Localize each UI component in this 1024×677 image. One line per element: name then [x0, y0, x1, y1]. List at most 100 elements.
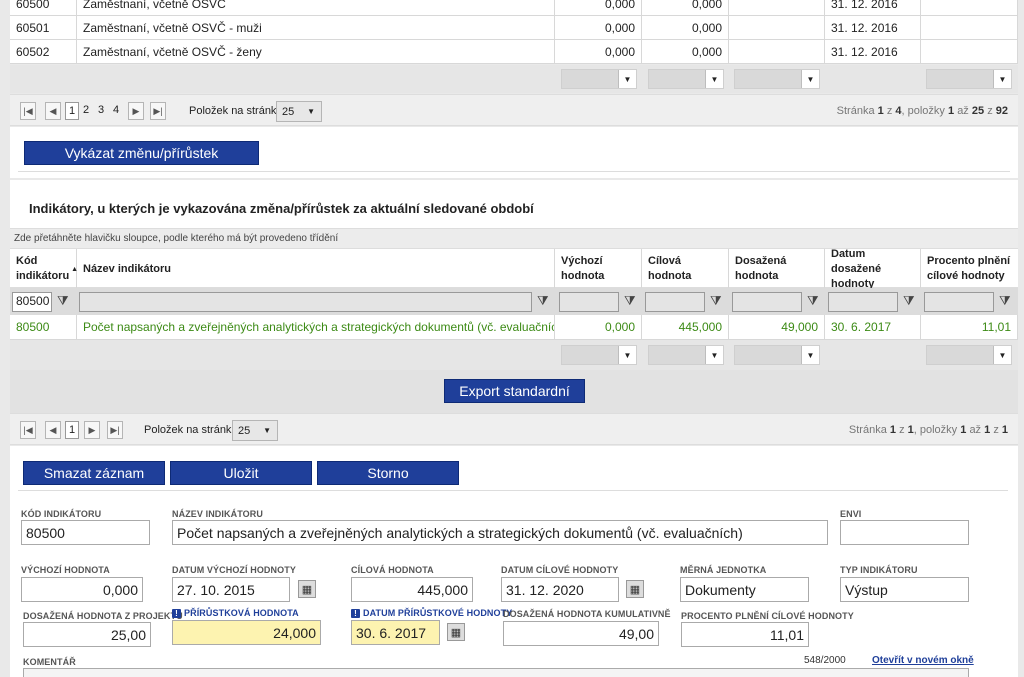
column-header-code[interactable]: Kód indikátoru ▲ [10, 249, 78, 289]
pager-info-of: z [987, 105, 993, 117]
aggregate-dropdown[interactable]: ▼ [926, 69, 1012, 89]
export-button[interactable]: Export standardní [444, 379, 585, 403]
envi-label: ENVI [840, 509, 862, 519]
indicator-type-field[interactable]: Výstup [840, 577, 969, 602]
page-number[interactable]: 2 [83, 104, 89, 116]
pager: |◀ ◀ 1 2 3 4 ▶ ▶| Položek na stránku 25 ▼… [10, 94, 1018, 126]
first-page-icon[interactable]: |◀ [20, 102, 36, 120]
page-number[interactable]: 1 [65, 102, 79, 120]
indicator-type-label: Typ indikátoru [840, 565, 918, 575]
column-header-date[interactable]: Datum dosažené hodnoty [825, 248, 921, 290]
column-header-initial[interactable]: Výchozí hodnota [555, 249, 642, 289]
calendar-icon[interactable]: ▦ [298, 580, 316, 598]
table-row[interactable]: 60501 Zaměstnaní, včetně OSVČ - muži 0,0… [10, 16, 1018, 40]
cell-percent [921, 40, 1018, 63]
pager-info: Stránka 1 z 4, položky 1 až 25 z 92 [837, 105, 1008, 117]
prev-page-icon[interactable]: ◀ [45, 421, 61, 439]
percent-field[interactable]: 11,01 [681, 622, 809, 647]
initial-value-field[interactable]: 0,000 [21, 577, 143, 602]
cell-name: Zaměstnaní, včetně OSVČ - ženy [77, 40, 555, 63]
name-field[interactable]: Počet napsaných a zveřejněných analytick… [172, 520, 828, 545]
comment-textarea[interactable] [23, 668, 969, 677]
achieved-cumulative-label: Dosažená hodnota kumulativně [503, 609, 671, 619]
pager-info-total: 92 [995, 105, 1008, 117]
code-field[interactable]: 80500 [21, 520, 150, 545]
report-change-button[interactable]: Vykázat změnu/přírůstek [24, 141, 259, 165]
aggregate-dropdown[interactable]: ▼ [561, 69, 637, 89]
initial-date-field[interactable]: 27. 10. 2015 [172, 577, 290, 602]
cell-date: 30. 6. 2017 [825, 315, 921, 339]
calendar-icon[interactable]: ▦ [447, 623, 465, 641]
first-page-icon[interactable]: |◀ [20, 421, 36, 439]
filter-icon[interactable]: ⧩ [999, 293, 1011, 309]
filter-icon[interactable]: ⧩ [537, 293, 549, 309]
page-number[interactable]: 4 [113, 104, 119, 116]
achieved-cumulative-field[interactable]: 49,00 [503, 621, 659, 646]
cell-date: 31. 12. 2016 [825, 40, 921, 63]
increment-label-text: Přírůstková hodnota [184, 608, 299, 618]
table-row[interactable]: 80500 Počet napsaných a zveřejněných ana… [10, 315, 1018, 340]
filter-icon[interactable]: ⧩ [624, 293, 636, 309]
filter-icon[interactable]: ⧩ [903, 293, 915, 309]
page-number[interactable]: 1 [65, 421, 79, 439]
filter-name-input[interactable] [79, 292, 532, 312]
divider [18, 171, 1010, 172]
filter-target-input[interactable] [645, 292, 705, 312]
pager-info-of: z [993, 424, 999, 436]
increment-date-field[interactable]: 30. 6. 2017 [351, 620, 440, 645]
filter-icon[interactable]: ⧩ [807, 293, 819, 309]
cell-code: 60500 [10, 0, 77, 15]
per-page-select[interactable]: 25 ▼ [232, 420, 278, 441]
prev-page-icon[interactable]: ◀ [45, 102, 61, 120]
filter-date-input[interactable] [828, 292, 898, 312]
table-row[interactable]: 60502 Zaměstnaní, včetně OSVČ - ženy 0,0… [10, 40, 1018, 64]
save-button[interactable]: Uložit [170, 461, 312, 485]
pager-info-page: 1 [877, 105, 884, 117]
cell-code: 60501 [10, 16, 77, 39]
filter-icon[interactable]: ⧩ [57, 293, 69, 309]
target-value-field[interactable]: 445,000 [351, 577, 473, 602]
comment-label: Komentář [23, 657, 76, 667]
group-hint: Zde přetáhněte hlavičku sloupce, podle k… [10, 228, 1018, 248]
comment-counter: 548/2000 [804, 655, 846, 666]
chevron-down-icon: ▼ [618, 346, 636, 364]
last-page-icon[interactable]: ▶| [107, 421, 123, 439]
next-page-icon[interactable]: ▶ [84, 421, 100, 439]
delete-record-button[interactable]: Smazat záznam [23, 461, 165, 485]
filter-achieved-input[interactable] [732, 292, 802, 312]
aggregate-dropdown[interactable]: ▼ [561, 345, 637, 365]
filter-code-input[interactable]: 80500 [12, 292, 52, 312]
increment-date-label-text: Datum přírůstkové hodnoty [363, 608, 513, 618]
aggregate-dropdown[interactable]: ▼ [648, 69, 724, 89]
pager-info-to: 25 [971, 105, 985, 117]
column-header-percent[interactable]: Procento plnění cílové hodnoty [921, 249, 1018, 289]
next-page-icon[interactable]: ▶ [128, 102, 144, 120]
per-page-select[interactable]: 25 ▼ [276, 101, 322, 122]
filter-icon[interactable]: ⧩ [710, 293, 722, 309]
chevron-down-icon: ▼ [705, 70, 723, 88]
aggregate-dropdown[interactable]: ▼ [926, 345, 1012, 365]
filter-percent-input[interactable] [924, 292, 994, 312]
column-header-achieved[interactable]: Dosažená hodnota [729, 249, 825, 289]
required-icon: ! [351, 609, 360, 618]
column-header-target[interactable]: Cílová hodnota [642, 249, 729, 289]
open-new-window-link[interactable]: Otevřít v novém okně [872, 655, 974, 666]
increment-field[interactable]: 24,000 [172, 620, 321, 645]
column-header-name[interactable]: Název indikátoru [77, 249, 555, 289]
aggregate-dropdown[interactable]: ▼ [648, 345, 724, 365]
page-number[interactable]: 3 [98, 104, 104, 116]
calendar-icon[interactable]: ▦ [626, 580, 644, 598]
filter-initial-input[interactable] [559, 292, 619, 312]
filter-row: 80500 ⧩ ⧩ ⧩ ⧩ ⧩ ⧩ ⧩ [10, 288, 1018, 315]
target-date-field[interactable]: 31. 12. 2020 [501, 577, 619, 602]
last-page-icon[interactable]: ▶| [150, 102, 166, 120]
cancel-button[interactable]: Storno [317, 461, 459, 485]
chevron-down-icon: ▼ [801, 70, 819, 88]
unit-field[interactable]: Dokumenty [680, 577, 809, 602]
envi-field[interactable] [840, 520, 969, 545]
aggregate-dropdown[interactable]: ▼ [734, 69, 820, 89]
achieved-project-field[interactable]: 25,00 [23, 622, 151, 647]
aggregate-dropdown[interactable]: ▼ [734, 345, 820, 365]
table-row[interactable]: 60500 Zaměstnaní, včetně OSVČ 0,000 0,00… [10, 0, 1018, 16]
percent-label: Procento plnění cílové hodnoty [681, 611, 854, 621]
